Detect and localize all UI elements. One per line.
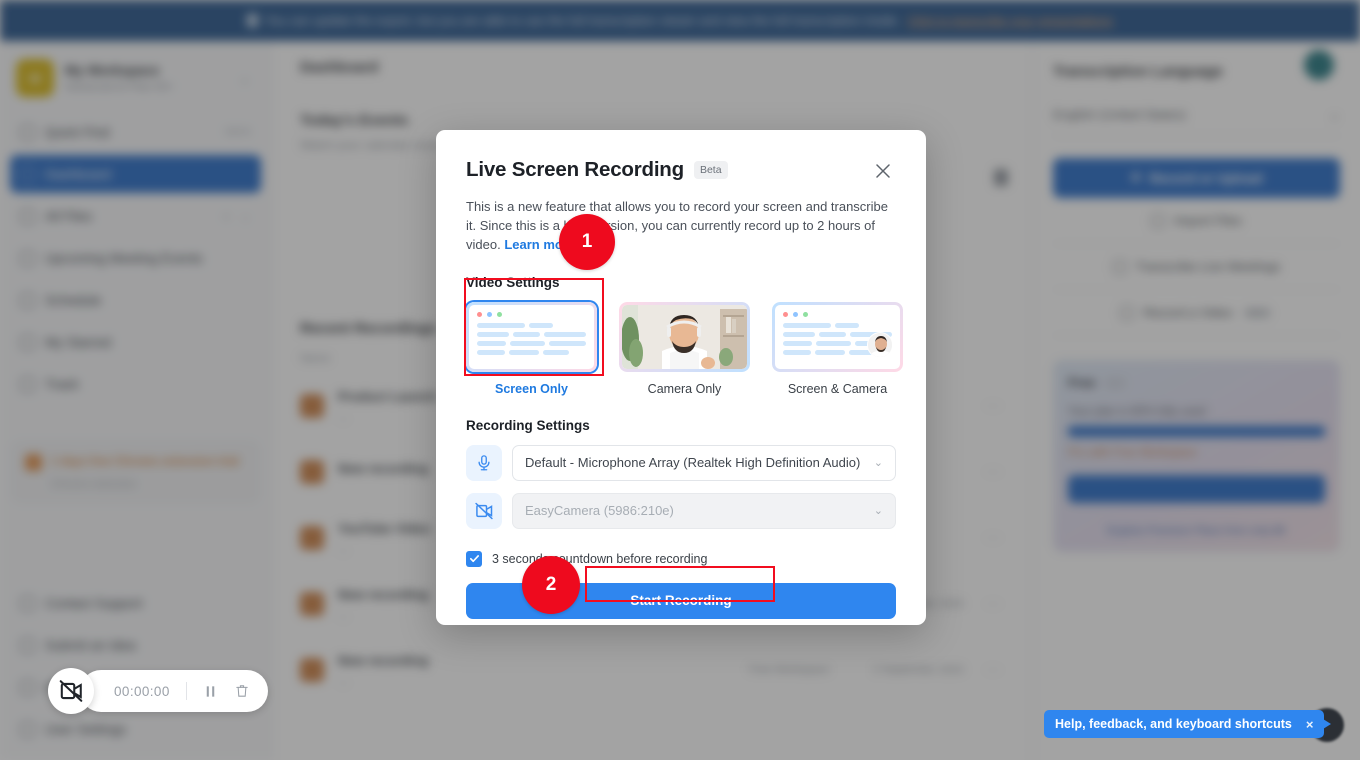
live-screen-recording-modal: Live Screen Recording Beta This is a new…	[436, 130, 926, 625]
camera-off-icon	[466, 492, 502, 529]
recording-control-bar: 00:00:00	[48, 668, 268, 714]
camera-value: EasyCamera (5986:210e)	[525, 503, 674, 519]
countdown-checkbox[interactable]	[466, 550, 482, 567]
trash-icon[interactable]	[234, 683, 250, 699]
help-tooltip[interactable]: Help, feedback, and keyboard shortcuts ×	[1044, 710, 1332, 738]
app-root: You can update the export, but you are a…	[0, 0, 1360, 760]
camera-only-mode[interactable]: Camera Only	[619, 301, 750, 396]
modal-header: Live Screen Recording Beta	[466, 158, 896, 184]
close-icon[interactable]	[870, 158, 896, 184]
beta-badge: Beta	[693, 161, 728, 179]
camera-only-thumbnail	[619, 301, 750, 372]
modal-title: Live Screen Recording	[466, 158, 684, 181]
divider	[185, 682, 187, 700]
screen-and-camera-mode[interactable]: Screen & Camera	[772, 301, 903, 396]
chevron-down-icon: ⌄	[873, 505, 883, 518]
microphone-value: Default - Microphone Array (Realtek High…	[525, 455, 861, 471]
recording-timer: 00:00:00	[114, 683, 170, 699]
annotation-badge-1: 1	[559, 214, 615, 270]
camera-toggle-button[interactable]	[48, 668, 94, 714]
recording-settings-label: Recording Settings	[466, 417, 590, 433]
countdown-label: 3 seconds countdown before recording	[492, 551, 708, 566]
video-settings-label: Video Settings	[466, 274, 560, 290]
screen-and-camera-label: Screen & Camera	[787, 381, 888, 396]
video-mode-options: Screen Only Camera Only Screen & Camera	[466, 301, 903, 396]
annotation-badge-2: 2	[522, 556, 580, 614]
camera-select[interactable]: EasyCamera (5986:210e) ⌄	[512, 492, 896, 529]
screen-only-mode[interactable]: Screen Only	[466, 301, 597, 396]
microphone-icon	[466, 444, 502, 481]
help-tooltip-text: Help, feedback, and keyboard shortcuts	[1055, 717, 1292, 731]
camera-only-label: Camera Only	[647, 381, 722, 396]
close-icon[interactable]: ×	[1306, 717, 1314, 732]
screen-only-thumbnail	[466, 301, 597, 372]
modal-description: This is a new feature that allows you to…	[466, 198, 896, 255]
chevron-down-icon: ⌄	[873, 457, 883, 470]
microphone-select[interactable]: Default - Microphone Array (Realtek High…	[512, 444, 896, 481]
recording-timer-pill: 00:00:00	[80, 670, 268, 712]
pause-icon[interactable]	[203, 684, 218, 699]
microphone-row: Default - Microphone Array (Realtek High…	[466, 444, 896, 481]
camera-overlay-avatar	[867, 331, 893, 358]
screen-and-camera-thumbnail	[772, 301, 903, 372]
camera-row: EasyCamera (5986:210e) ⌄	[466, 492, 896, 529]
screen-only-label: Screen Only	[495, 381, 568, 396]
